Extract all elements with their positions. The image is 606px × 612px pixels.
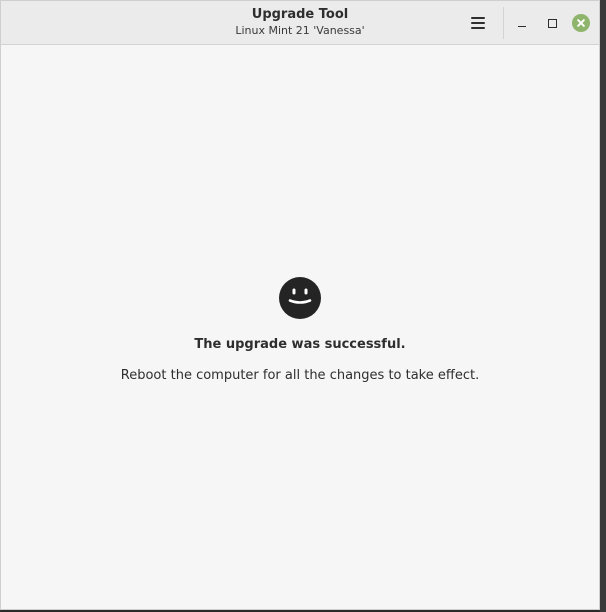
upgrade-tool-window: Upgrade Tool Linux Mint 21 'Vanessa' The… — [0, 0, 600, 610]
window-subtitle: Linux Mint 21 'Vanessa' — [235, 24, 365, 37]
close-icon — [572, 14, 590, 32]
titlebar-separator — [503, 7, 504, 39]
status-title: The upgrade was successful. — [194, 337, 406, 352]
main-content: The upgrade was successful. Reboot the c… — [1, 45, 599, 609]
minimize-icon — [518, 25, 526, 28]
close-button[interactable] — [570, 12, 592, 34]
smiley-icon — [279, 277, 321, 319]
maximize-icon — [547, 18, 557, 28]
maximize-button[interactable] — [541, 12, 563, 34]
status-message: Reboot the computer for all the changes … — [120, 368, 480, 383]
desktop-background — [600, 0, 606, 612]
menu-button[interactable] — [463, 9, 493, 37]
minimize-button[interactable] — [511, 12, 533, 34]
title-block: Upgrade Tool Linux Mint 21 'Vanessa' — [1, 7, 599, 38]
title-bar[interactable]: Upgrade Tool Linux Mint 21 'Vanessa' — [1, 1, 599, 45]
window-title: Upgrade Tool — [251, 7, 349, 22]
hamburger-icon — [471, 17, 485, 29]
